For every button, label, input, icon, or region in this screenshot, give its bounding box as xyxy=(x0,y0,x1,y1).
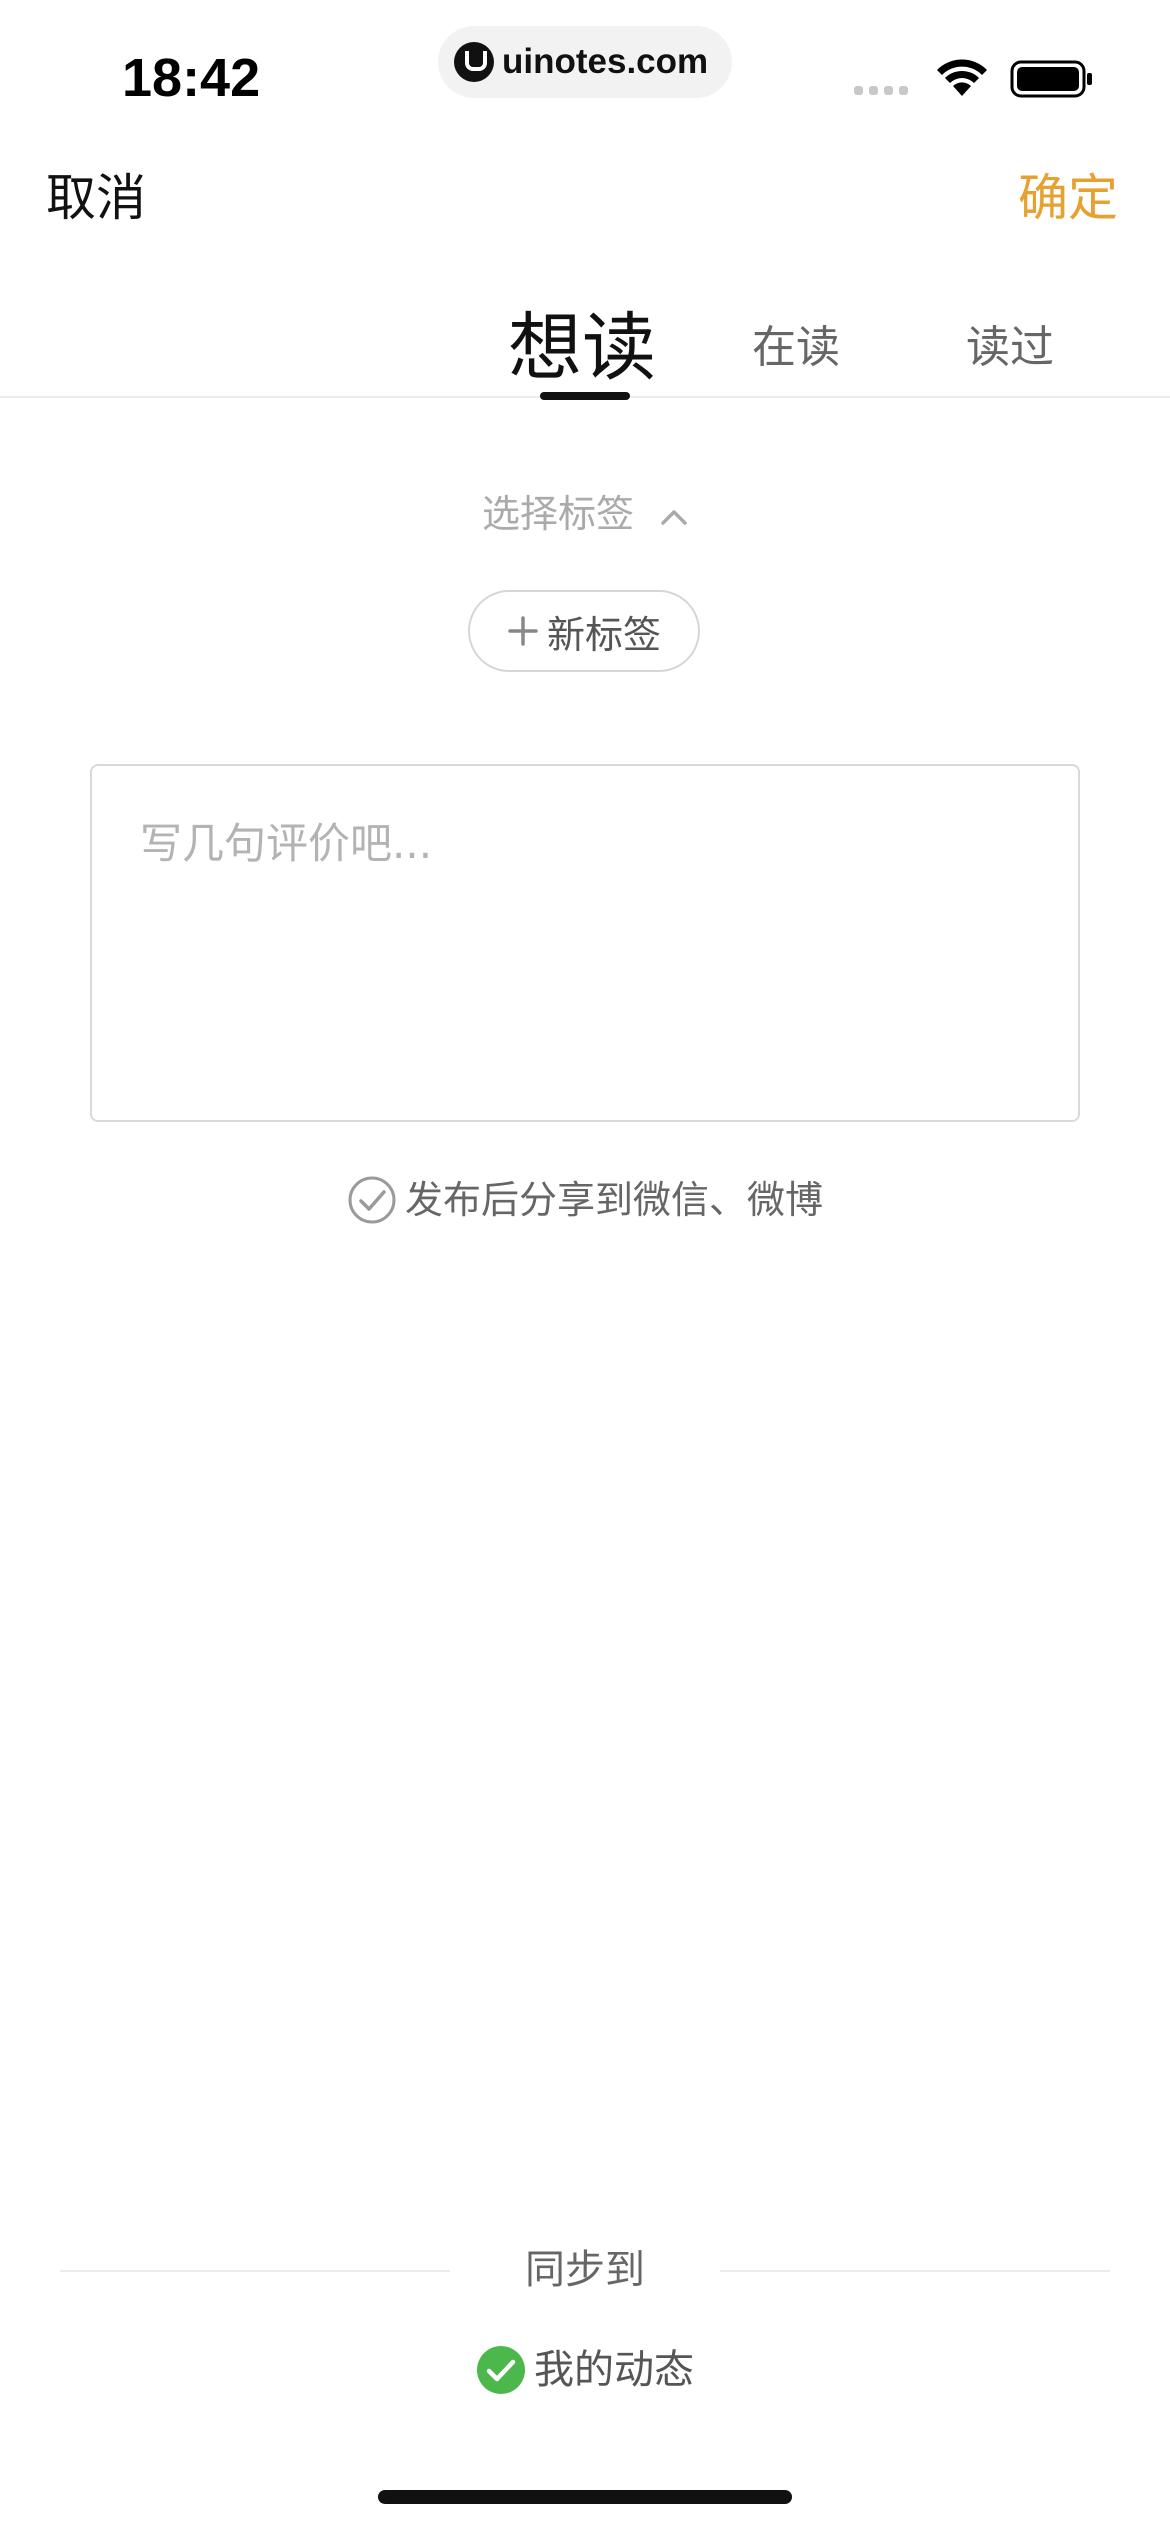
sync-option-label: 我的动态 xyxy=(534,2347,694,2393)
review-input[interactable] xyxy=(92,766,1078,1120)
new-tag-button[interactable]: 新标签 xyxy=(468,590,700,672)
tab-want-to-read[interactable]: 想读 xyxy=(508,298,656,398)
signal-icon xyxy=(854,86,908,95)
battery-icon xyxy=(1010,60,1092,98)
chevron-up-icon xyxy=(661,509,687,525)
status-time: 18:42 xyxy=(122,48,261,108)
wifi-icon xyxy=(937,59,987,96)
share-label: 发布后分享到微信、微博 xyxy=(404,1178,823,1222)
green-check-icon xyxy=(477,2346,525,2394)
site-logo-icon xyxy=(454,42,494,82)
new-tag-label: 新标签 xyxy=(546,612,661,657)
cancel-button[interactable]: 取消 xyxy=(46,162,146,234)
sync-title: 同步到 xyxy=(525,2247,645,2293)
plus-icon xyxy=(508,616,538,646)
share-toggle[interactable]: 发布后分享到微信、微博 xyxy=(0,1170,1170,1230)
tab-reading[interactable]: 在读 xyxy=(752,312,840,384)
check-circle-icon xyxy=(348,1176,396,1224)
url-text: uinotes.com xyxy=(502,42,709,81)
tab-read[interactable]: 读过 xyxy=(966,312,1054,384)
tab-active-indicator xyxy=(540,392,630,400)
home-indicator xyxy=(378,2490,792,2504)
url-pill[interactable]: uinotes.com xyxy=(438,26,732,98)
select-tags-label: 选择标签 xyxy=(481,492,634,536)
select-tags-toggle[interactable]: 选择标签 xyxy=(0,486,1170,542)
sync-my-feed-toggle[interactable]: 我的动态 xyxy=(0,2340,1170,2400)
confirm-button[interactable]: 确定 xyxy=(1018,162,1118,234)
review-box xyxy=(90,764,1080,1122)
